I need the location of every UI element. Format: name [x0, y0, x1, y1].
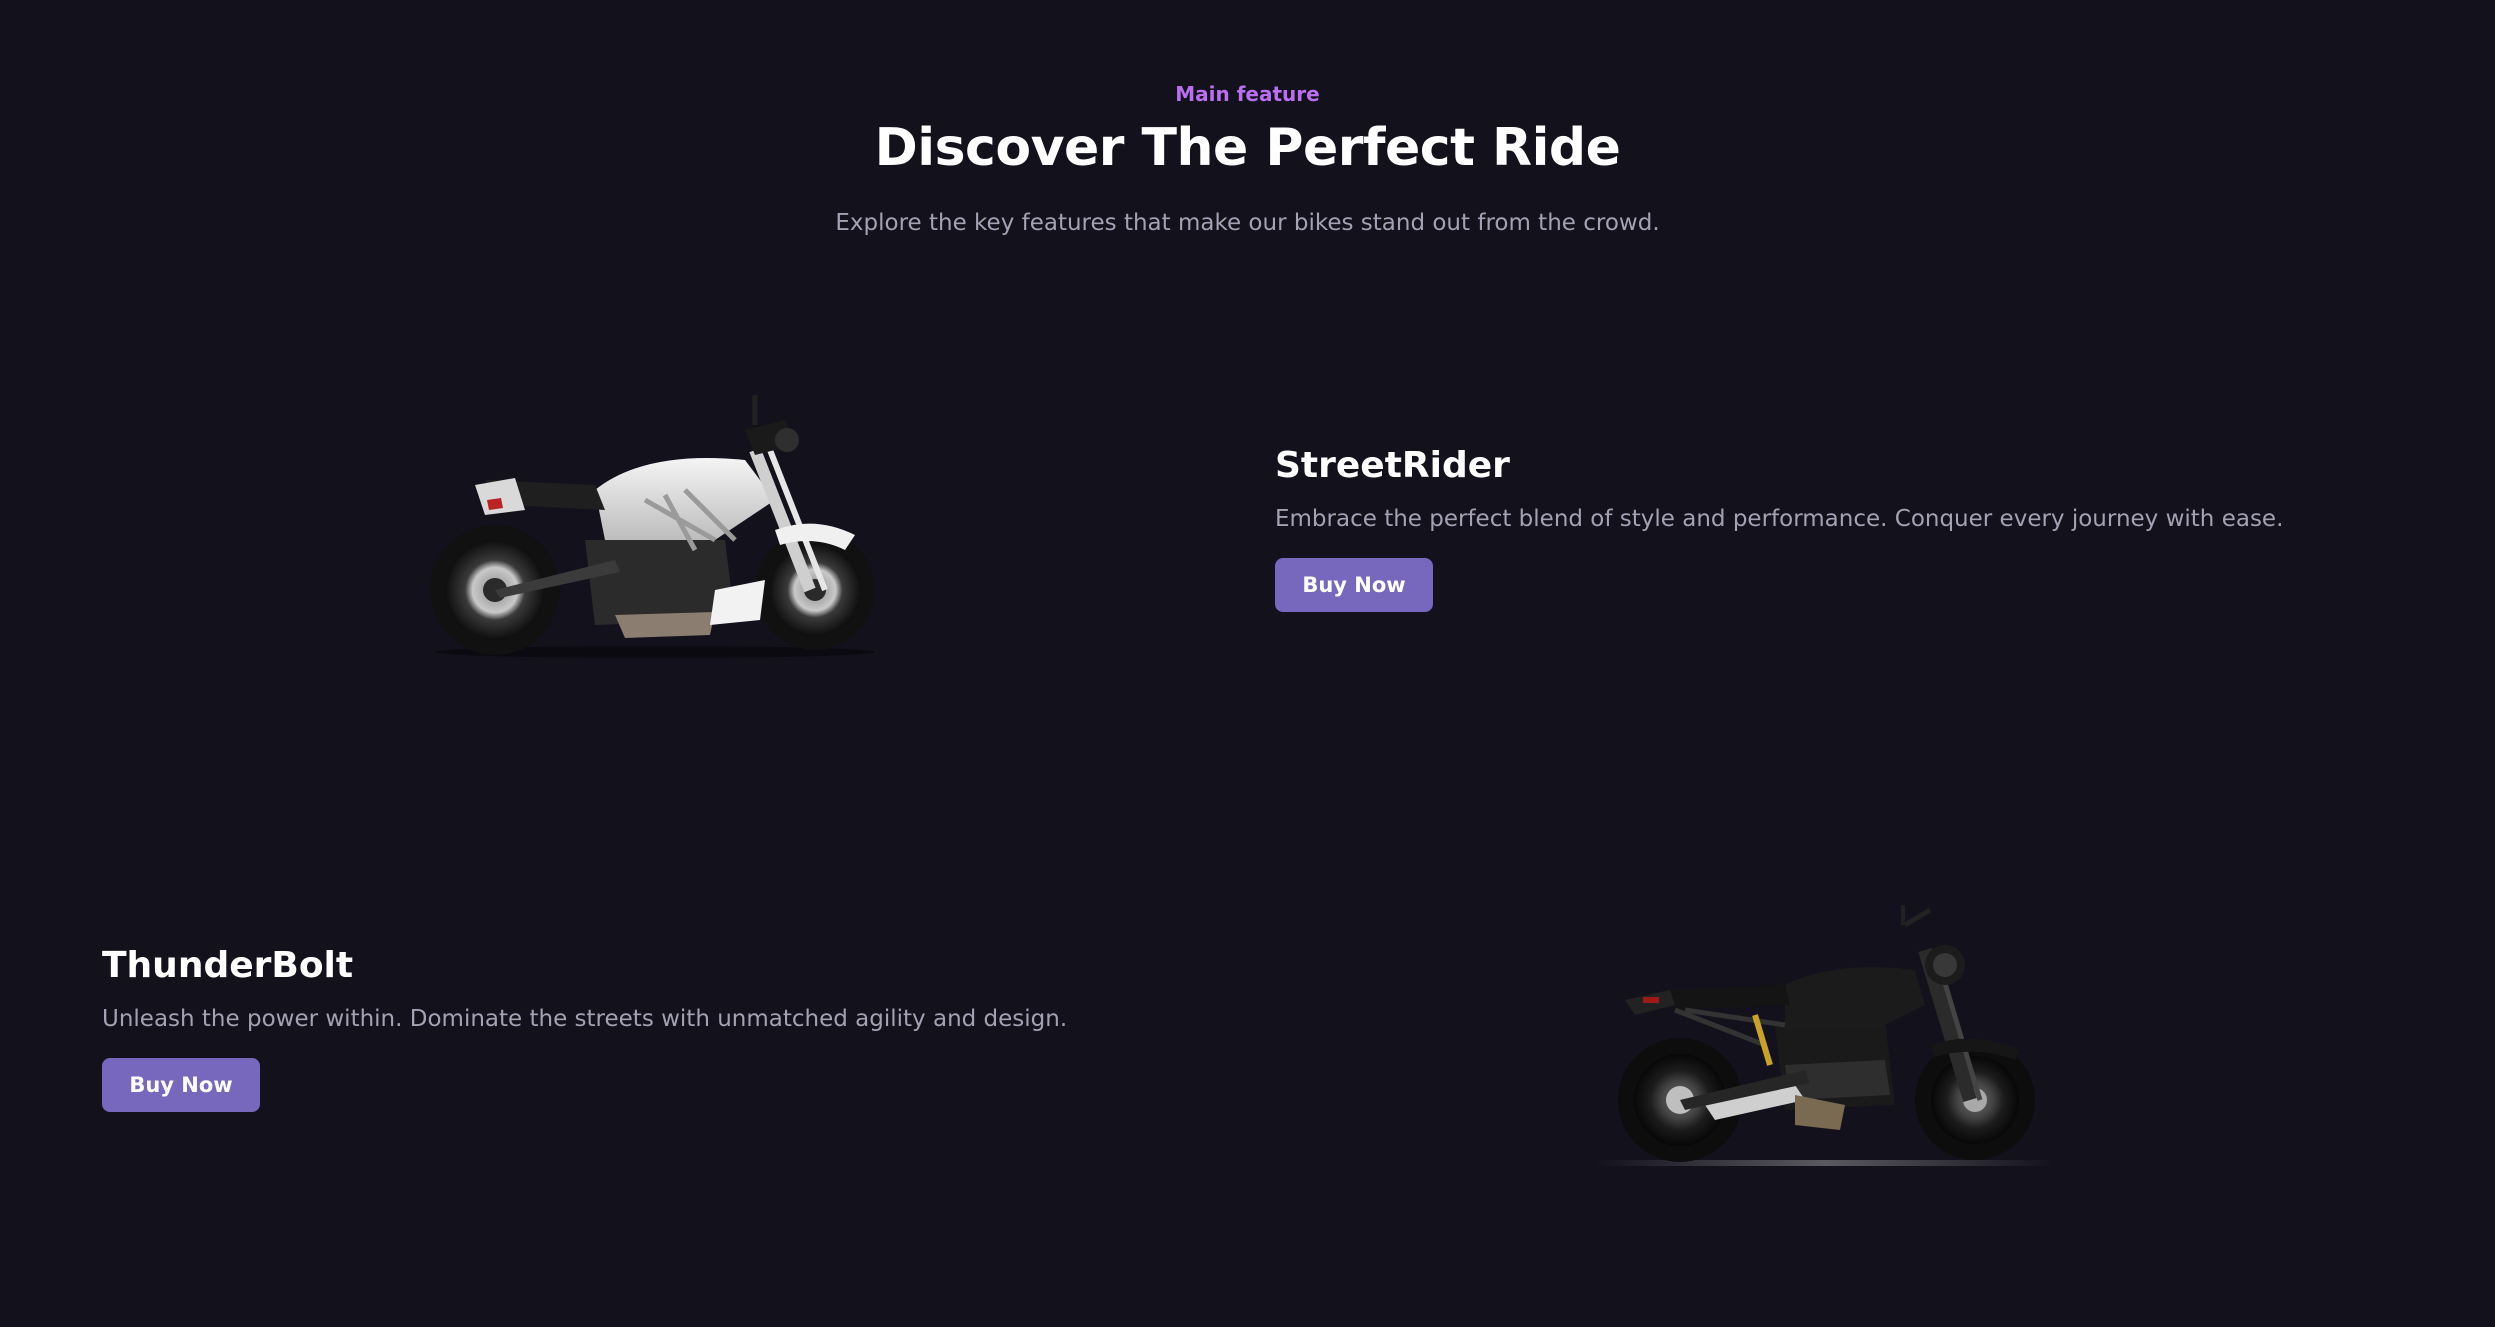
buy-now-button[interactable]: Buy Now: [1275, 558, 1433, 612]
section-subtitle: Explore the key features that make our b…: [835, 210, 1660, 236]
thunderbolt-bike-image: [1595, 905, 2055, 1166]
streetrider-bike-image: [430, 395, 875, 658]
buy-now-button[interactable]: Buy Now: [102, 1058, 260, 1112]
section-eyebrow: Main feature: [1175, 82, 1320, 106]
section-title: Discover The Perfect Ride: [874, 118, 1621, 178]
feature-section: Main feature Discover The Perfect Ride E…: [0, 0, 2495, 1327]
feature-title: StreetRider: [1275, 445, 1510, 486]
feature-streetrider: StreetRider Embrace the perfect blend of…: [1275, 440, 2425, 612]
feature-description: Embrace the perfect blend of style and p…: [1275, 506, 2284, 532]
feature-description: Unleash the power within. Dominate the s…: [102, 1006, 1068, 1032]
feature-thunderbolt: ThunderBolt Unleash the power within. Do…: [102, 940, 1252, 1112]
feature-title: ThunderBolt: [102, 945, 354, 986]
